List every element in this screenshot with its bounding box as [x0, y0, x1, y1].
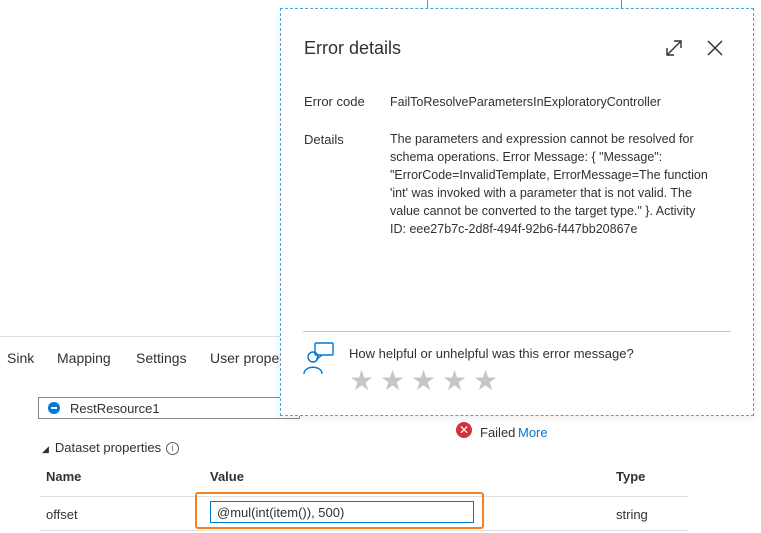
star-icon[interactable]: ★	[411, 367, 442, 395]
details-line: value cannot be converted to the target …	[390, 204, 696, 218]
status-text: Failed	[480, 425, 516, 440]
feedback-question: How helpful or unhelpful was this error …	[349, 346, 634, 361]
column-header-type: Type	[616, 469, 646, 484]
dataset-select-value: RestResource1	[70, 401, 160, 416]
star-icon[interactable]: ★	[473, 367, 504, 395]
table-row-divider-bottom	[40, 530, 688, 531]
param-type: string	[616, 507, 648, 522]
collapse-caret-icon: ◢	[42, 444, 49, 454]
details-line: schema operations. Error Message: { "Mes…	[390, 150, 663, 164]
details-line: ID: eee27b7c-2d8f-494f-92b6-f447bb20867e	[390, 222, 638, 236]
tab-sink[interactable]: Sink	[7, 350, 34, 366]
info-icon[interactable]: i	[166, 442, 180, 455]
error-icon: ✕	[456, 422, 472, 438]
star-icon[interactable]: ★	[380, 367, 411, 395]
error-details-dialog: Error details Error code FailToResolvePa…	[280, 8, 754, 416]
tab-settings[interactable]: Settings	[136, 350, 187, 366]
feedback-person-icon	[303, 341, 335, 375]
feedback-divider	[303, 331, 731, 332]
star-rating[interactable]: ★ ★ ★ ★ ★	[349, 367, 504, 395]
details-text: The parameters and expression cannot be …	[390, 130, 720, 238]
expand-icon[interactable]	[663, 37, 685, 59]
dataset-icon	[48, 402, 60, 414]
dialog-title: Error details	[304, 38, 402, 58]
tab-mapping[interactable]: Mapping	[57, 350, 111, 366]
column-header-name: Name	[46, 469, 82, 484]
error-code-value: FailToResolveParametersInExploratoryCont…	[390, 95, 661, 109]
tab-user-properties[interactable]: User prope	[210, 350, 280, 366]
error-code-label: Error code	[304, 94, 365, 109]
close-icon[interactable]	[704, 37, 726, 59]
details-label: Details	[304, 132, 344, 147]
param-name: offset	[46, 507, 78, 522]
dataset-properties-heading: Dataset properties	[54, 440, 162, 455]
dataset-select[interactable]: RestResource1	[38, 397, 300, 419]
star-icon[interactable]: ★	[442, 367, 473, 395]
details-line: The parameters and expression cannot be …	[390, 132, 694, 146]
column-header-value: Value	[210, 469, 244, 484]
param-value-input[interactable]	[210, 501, 474, 523]
details-line: 'int' was invoked with a parameter that …	[390, 186, 692, 200]
tab-bar-divider	[0, 336, 290, 337]
star-icon[interactable]: ★	[349, 367, 380, 395]
details-line: "ErrorCode=InvalidTemplate, ErrorMessage…	[390, 168, 708, 182]
more-link[interactable]: More	[518, 425, 548, 440]
dataset-properties-toggle[interactable]: ◢ Dataset properties i	[42, 440, 180, 455]
